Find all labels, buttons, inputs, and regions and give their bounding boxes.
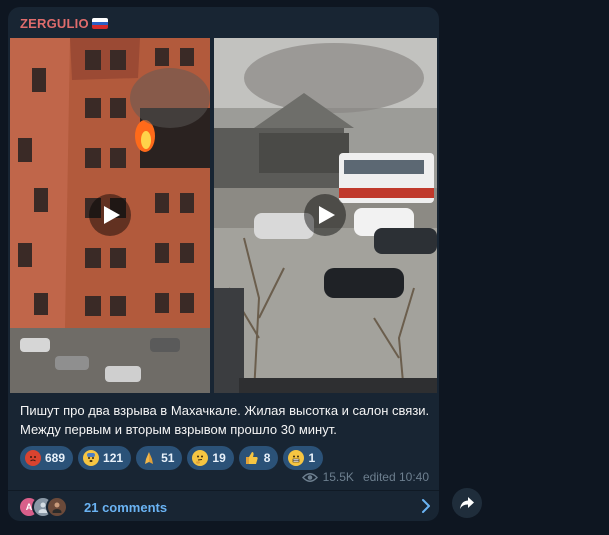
play-icon: [318, 206, 335, 224]
share-button[interactable]: [452, 488, 482, 518]
thumbs-up-icon: [244, 450, 260, 466]
fearful-face-icon: [83, 450, 100, 466]
post-caption: Пишут про два взрыва в Махачкале. Жилая …: [20, 403, 430, 437]
view-count: 15.5K: [322, 470, 354, 484]
reaction-count: 1: [308, 451, 316, 465]
reactions-bar: 689 121 51 19 8 1: [20, 446, 324, 470]
comments-divider: [8, 490, 439, 491]
channel-name[interactable]: ZERGULIO: [20, 16, 108, 31]
video-thumbnail-street[interactable]: [214, 38, 437, 393]
chevron-right-icon[interactable]: [421, 498, 431, 514]
thinking-face-icon: [192, 450, 209, 466]
eye-icon: [301, 472, 318, 482]
reaction-count: 121: [103, 451, 124, 465]
play-icon: [103, 206, 120, 224]
grimacing-face-icon: [288, 450, 305, 466]
comments-label[interactable]: 21 comments: [84, 500, 167, 515]
comments-button[interactable]: A 21 comments: [18, 495, 433, 519]
channel-name-text[interactable]: ZERGULIO: [20, 16, 89, 31]
person-icon: [52, 502, 62, 513]
play-button-left[interactable]: [89, 194, 131, 236]
enraged-face-icon: [25, 450, 41, 466]
message-meta: 15.5K edited 10:40: [301, 470, 429, 484]
russia-flag-icon: [91, 18, 108, 29]
reaction-thumbs-up[interactable]: 8: [238, 446, 279, 470]
media-album: [10, 38, 437, 393]
reaction-grimacing[interactable]: 1: [283, 446, 324, 470]
share-arrow-icon: [460, 497, 474, 509]
reaction-folded-hands[interactable]: 51: [136, 446, 183, 470]
reaction-count: 689: [45, 451, 66, 465]
play-button-right[interactable]: [304, 194, 346, 236]
message-bubble: ZERGULIO Пишут про два взрыва в Махачкал…: [8, 7, 439, 521]
reaction-count: 51: [161, 451, 175, 465]
reaction-count: 19: [212, 451, 226, 465]
reaction-enraged[interactable]: 689: [20, 446, 74, 470]
commenter-avatars: A: [18, 496, 90, 518]
avatar: [46, 496, 68, 518]
reaction-count: 8: [263, 451, 271, 465]
folded-hands-icon: [141, 450, 157, 466]
video-thumbnail-building[interactable]: [10, 38, 210, 393]
edited-time: edited 10:40: [362, 470, 429, 484]
reaction-fearful[interactable]: 121: [78, 446, 132, 470]
reaction-thinking[interactable]: 19: [187, 446, 234, 470]
